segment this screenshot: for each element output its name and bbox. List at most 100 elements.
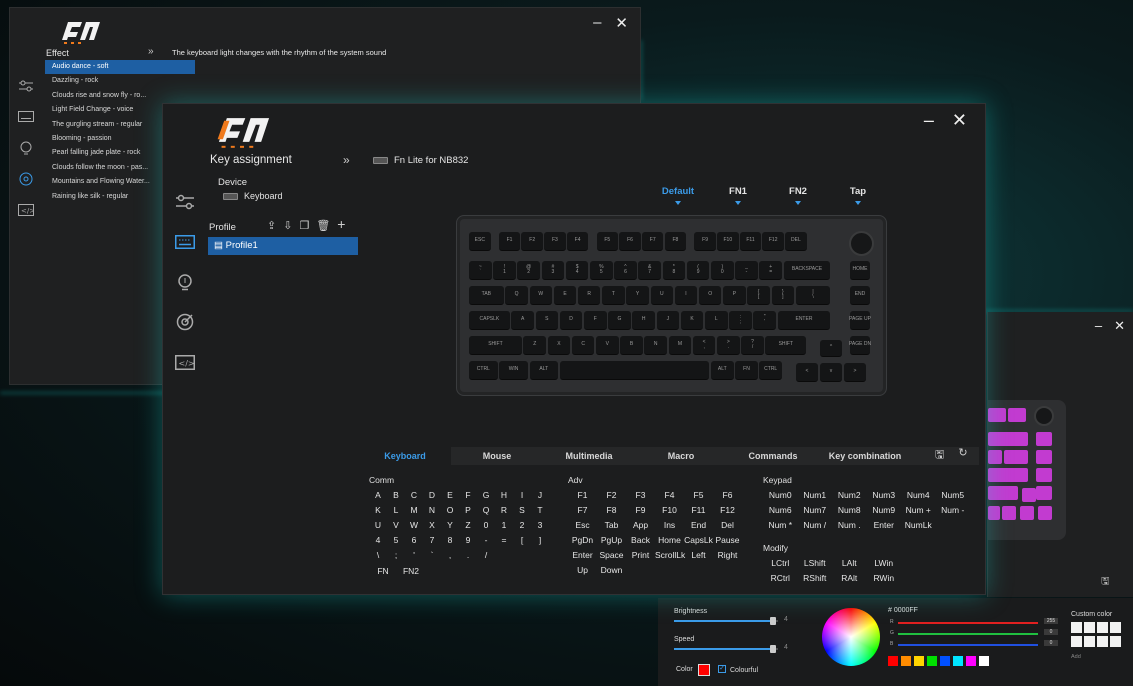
key-option[interactable]: K (369, 503, 387, 518)
keyboard-key[interactable]: R (577, 286, 601, 305)
key-option[interactable]: J (531, 488, 549, 503)
keyboard-key[interactable]: v (820, 363, 842, 382)
keyboard-key[interactable]: } ] (771, 286, 795, 305)
preset-color-swatch[interactable] (966, 656, 976, 666)
key-option[interactable]: 3 (531, 518, 549, 533)
key-option[interactable]: = (495, 533, 513, 548)
key-option[interactable]: Space (597, 548, 626, 563)
minimize-icon[interactable]: – (593, 14, 601, 32)
key-option[interactable]: App (626, 518, 655, 533)
key-option[interactable]: L (387, 503, 405, 518)
tab-multimedia[interactable]: Multimedia (543, 447, 635, 465)
key-option[interactable]: I (513, 488, 531, 503)
keyboard-key[interactable]: Z (523, 336, 547, 355)
key-option[interactable]: Num5 (936, 488, 971, 503)
color-wheel[interactable] (822, 608, 880, 666)
key-option[interactable]: V (387, 518, 405, 533)
key-option[interactable]: R (495, 503, 513, 518)
key-option[interactable]: Num + (901, 503, 936, 518)
keyboard-key[interactable]: % 5 (590, 261, 613, 280)
key-option[interactable]: F2 (597, 488, 626, 503)
target-icon[interactable] (171, 302, 199, 342)
code-icon[interactable]: </> (171, 342, 199, 382)
key-option[interactable]: RWin (867, 571, 902, 586)
keyboard-key[interactable]: K (680, 311, 704, 330)
keyboard-key[interactable]: F7 (641, 232, 664, 251)
key-option[interactable]: 6 (405, 533, 423, 548)
effect-item[interactable]: Audio dance - soft (45, 60, 195, 75)
key-option[interactable]: Num / (798, 518, 833, 533)
custom-color-slot[interactable] (1071, 622, 1082, 633)
key-option[interactable]: Left (684, 548, 713, 563)
key-option[interactable]: Esc (568, 518, 597, 533)
minimize-icon[interactable]: – (1095, 318, 1102, 334)
keyboard-key[interactable]: : ; (729, 311, 752, 330)
keyboard-key[interactable]: < , (692, 336, 716, 355)
custom-color-slot[interactable] (1110, 636, 1121, 647)
key-option[interactable]: RShift (798, 571, 833, 586)
code-icon[interactable]: </> (16, 194, 36, 225)
key-option[interactable]: LShift (798, 556, 833, 571)
key-option[interactable]: ` (423, 548, 441, 563)
key-option[interactable]: Print (626, 548, 655, 563)
key-option[interactable]: Num3 (867, 488, 902, 503)
add-label[interactable]: Add (1071, 654, 1081, 660)
keyboard-key[interactable]: TAB (469, 286, 504, 305)
key-option[interactable]: Enter (568, 548, 597, 563)
preset-color-swatch[interactable] (914, 656, 924, 666)
keyboard-key[interactable]: U (650, 286, 674, 305)
keyboard-key[interactable]: Q (505, 286, 528, 305)
tab-fn2[interactable]: FN2 (768, 186, 828, 205)
key-option[interactable]: T (531, 503, 549, 518)
key-option[interactable]: Num1 (798, 488, 833, 503)
import-icon[interactable]: ⇩ (283, 219, 292, 232)
device-item[interactable]: Keyboard (223, 191, 283, 201)
key-option[interactable]: M (405, 503, 423, 518)
sliders-icon[interactable] (16, 70, 36, 101)
key-option[interactable]: . (459, 548, 477, 563)
key-option[interactable]: D (423, 488, 441, 503)
keyboard-key[interactable]: ALT (529, 361, 559, 380)
key-option[interactable]: Num * (763, 518, 798, 533)
tab-keyboard[interactable]: Keyboard (359, 447, 451, 465)
keyboard-key[interactable]: ) 0 (711, 261, 734, 280)
keyboard-key[interactable]: J (656, 311, 680, 330)
key-option[interactable]: Num7 (798, 503, 833, 518)
key-option[interactable]: PgDn (568, 533, 597, 548)
keyboard-key[interactable]: N (644, 336, 668, 355)
add-icon[interactable]: + (337, 217, 345, 232)
preset-color-swatch[interactable] (940, 656, 950, 666)
keyboard-key[interactable]: O (698, 286, 722, 305)
close-icon[interactable]: ✕ (615, 14, 628, 32)
keyboard-key[interactable]: & 7 (638, 261, 661, 280)
keyboard-key[interactable]: B (620, 336, 643, 355)
keyboard-key[interactable]: ENTER (777, 311, 831, 330)
key-option[interactable]: F3 (626, 488, 655, 503)
key-option[interactable]: H (495, 488, 513, 503)
colourful-checkbox[interactable]: ✓ (718, 665, 726, 673)
save-icon[interactable]: 🖫 (935, 446, 944, 465)
key-option[interactable]: \ (369, 548, 387, 563)
keyboard-key[interactable]: " ' (753, 311, 776, 330)
key-option[interactable]: G (477, 488, 495, 503)
key-option[interactable]: F8 (597, 503, 626, 518)
key-option[interactable]: Up (568, 563, 597, 578)
b-value[interactable]: 0 (1044, 640, 1058, 646)
keyboard-key[interactable]: ALT (711, 361, 734, 380)
keyboard-key[interactable]: SHIFT (469, 336, 522, 355)
key-option[interactable]: Ins (655, 518, 684, 533)
keyboard-key[interactable]: S (535, 311, 559, 330)
key-option[interactable]: [ (513, 533, 531, 548)
key-option[interactable]: RCtrl (763, 571, 798, 586)
keyboard-key[interactable]: F10 (717, 232, 739, 251)
key-option[interactable]: FN2 (397, 564, 425, 579)
speed-thumb[interactable] (769, 645, 776, 653)
bulb-icon[interactable] (16, 132, 36, 163)
keyboard-key[interactable]: W (529, 286, 553, 305)
color-swatch[interactable] (698, 664, 710, 676)
key-option[interactable]: ] (531, 533, 549, 548)
close-icon[interactable]: ✕ (1114, 318, 1125, 334)
key-option[interactable]: 0 (477, 518, 495, 533)
tab-mouse[interactable]: Mouse (451, 447, 543, 465)
preset-color-swatch[interactable] (979, 656, 989, 666)
